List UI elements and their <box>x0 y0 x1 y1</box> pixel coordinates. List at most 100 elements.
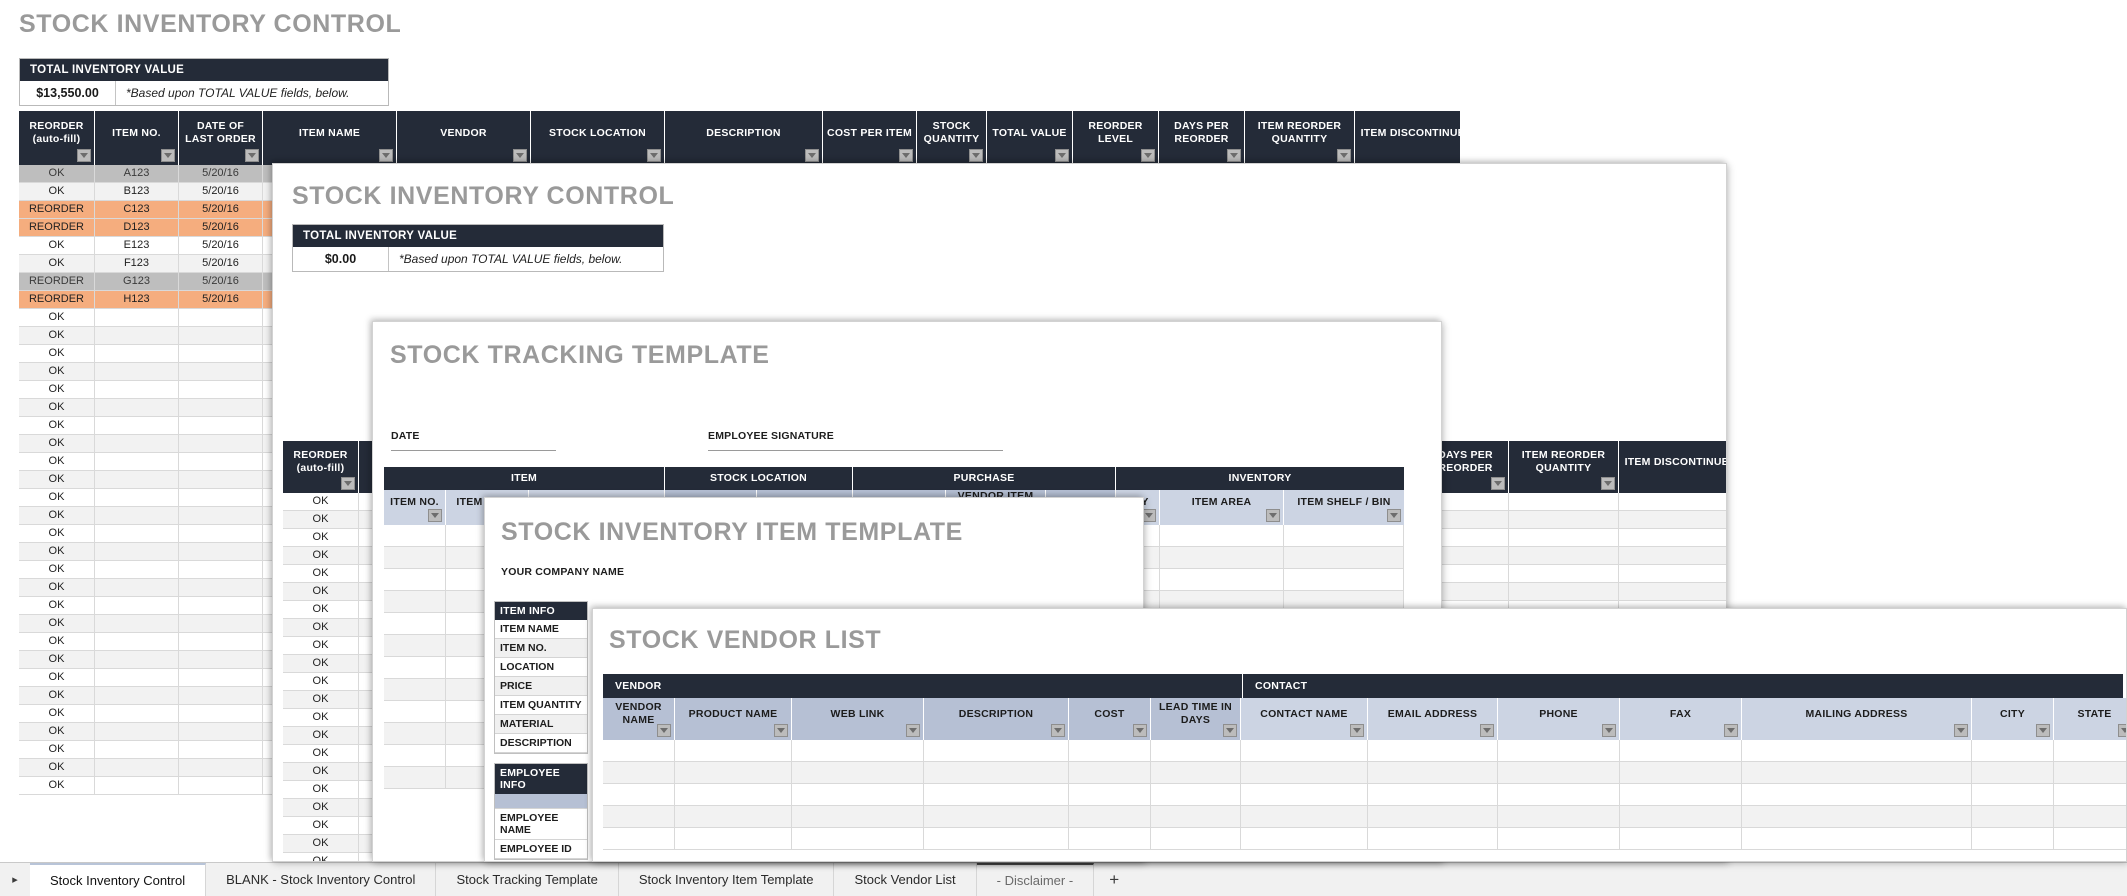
table-cell[interactable] <box>384 657 446 679</box>
table-cell[interactable] <box>384 591 446 613</box>
item-info-row-material[interactable]: MATERIAL <box>495 715 587 734</box>
table-cell[interactable]: OK <box>283 745 359 763</box>
item-info-row-item-no[interactable]: ITEM NO. <box>495 639 587 658</box>
table-cell[interactable] <box>179 507 263 525</box>
item-info-row-item-quantity[interactable]: ITEM QUANTITY <box>495 696 587 715</box>
filter-dropdown-icon[interactable] <box>2118 724 2126 737</box>
table-cell[interactable] <box>924 806 1069 828</box>
table-cell[interactable] <box>2054 762 2126 784</box>
table-cell[interactable]: OK <box>283 583 359 601</box>
table-cell[interactable] <box>1241 740 1368 762</box>
table-cell[interactable] <box>384 569 446 591</box>
filter-dropdown-icon[interactable] <box>1350 724 1364 737</box>
table-body-vendor-list[interactable] <box>603 740 2126 850</box>
table-cell[interactable] <box>1284 525 1404 547</box>
table-cell[interactable]: OK <box>19 327 95 345</box>
table-cell[interactable] <box>2054 828 2126 850</box>
table-cell[interactable]: OK <box>283 601 359 619</box>
table-row[interactable] <box>603 784 2126 806</box>
filter-dropdown-icon[interactable] <box>428 509 442 522</box>
filter-dropdown-icon[interactable] <box>1133 724 1147 737</box>
item-info-row-price[interactable]: PRICE <box>495 677 587 696</box>
table-row[interactable] <box>603 828 2126 850</box>
table-cell[interactable] <box>924 828 1069 850</box>
employee-info-row-employee-name[interactable]: EMPLOYEE NAME <box>495 809 587 840</box>
table-cell[interactable]: F123 <box>95 255 179 273</box>
tab-scroll-right-icon[interactable]: ▸ <box>0 863 30 896</box>
table-cell[interactable] <box>1972 784 2054 806</box>
table-cell[interactable]: REORDER <box>19 291 95 309</box>
table-cell[interactable]: OK <box>19 309 95 327</box>
table-cell[interactable]: REORDER <box>19 201 95 219</box>
table-cell[interactable] <box>95 579 179 597</box>
sheet-tab-stock-vendor-list[interactable]: Stock Vendor List <box>834 863 977 896</box>
table-cell[interactable] <box>95 687 179 705</box>
table-cell[interactable]: OK <box>19 525 95 543</box>
filter-dropdown-icon[interactable] <box>341 477 355 490</box>
table-cell[interactable] <box>95 669 179 687</box>
table-cell[interactable]: 5/20/16 <box>179 273 263 291</box>
table-cell[interactable] <box>95 327 179 345</box>
table-cell[interactable] <box>2054 740 2126 762</box>
table-cell[interactable] <box>792 740 924 762</box>
table-cell[interactable] <box>95 399 179 417</box>
filter-dropdown-icon[interactable] <box>1223 724 1237 737</box>
filter-dropdown-icon[interactable] <box>1602 724 1616 737</box>
table-cell[interactable] <box>95 489 179 507</box>
sheet-tab-stock-inventory-control[interactable]: Stock Inventory Control <box>30 863 207 896</box>
table-cell[interactable]: OK <box>283 673 359 691</box>
table-cell[interactable]: OK <box>283 709 359 727</box>
table-cell[interactable] <box>1160 525 1284 547</box>
table-cell[interactable] <box>1620 784 1742 806</box>
filter-dropdown-icon[interactable] <box>1387 509 1401 522</box>
table-cell[interactable] <box>792 784 924 806</box>
table-cell[interactable]: OK <box>283 529 359 547</box>
table-cell[interactable] <box>179 687 263 705</box>
table-cell[interactable] <box>95 633 179 651</box>
table-cell[interactable] <box>95 615 179 633</box>
table-cell[interactable] <box>179 741 263 759</box>
table-cell[interactable]: A123 <box>95 165 179 183</box>
table-cell[interactable] <box>1498 762 1620 784</box>
item-info-row-location[interactable]: LOCATION <box>495 658 587 677</box>
table-cell[interactable]: 5/20/16 <box>179 165 263 183</box>
table-cell[interactable] <box>95 759 179 777</box>
table-cell[interactable]: 5/20/16 <box>179 201 263 219</box>
table-cell[interactable] <box>384 635 446 657</box>
table-cell[interactable]: 5/20/16 <box>179 219 263 237</box>
table-cell[interactable] <box>179 597 263 615</box>
table-cell[interactable] <box>179 579 263 597</box>
table-cell[interactable] <box>1284 547 1404 569</box>
table-cell[interactable]: REORDER <box>19 219 95 237</box>
table-cell[interactable]: H123 <box>95 291 179 309</box>
table-cell[interactable] <box>179 489 263 507</box>
table-cell[interactable] <box>95 741 179 759</box>
table-cell[interactable] <box>95 471 179 489</box>
table-cell[interactable] <box>1972 762 2054 784</box>
table-cell[interactable] <box>179 363 263 381</box>
table-cell[interactable]: OK <box>283 853 359 861</box>
table-cell[interactable] <box>1619 565 1726 583</box>
filter-dropdown-icon[interactable] <box>774 724 788 737</box>
table-cell[interactable]: OK <box>19 237 95 255</box>
table-cell[interactable] <box>792 828 924 850</box>
table-cell[interactable]: C123 <box>95 201 179 219</box>
table-cell[interactable] <box>1509 565 1619 583</box>
table-cell[interactable] <box>1368 762 1498 784</box>
table-cell[interactable] <box>95 417 179 435</box>
filter-dropdown-icon[interactable] <box>1337 149 1351 162</box>
table-cell[interactable] <box>924 740 1069 762</box>
table-cell[interactable] <box>792 762 924 784</box>
table-cell[interactable]: OK <box>283 619 359 637</box>
employee-info-row-employee-id[interactable]: EMPLOYEE ID <box>495 840 587 859</box>
table-cell[interactable]: G123 <box>95 273 179 291</box>
table-cell[interactable] <box>179 543 263 561</box>
window-stock-vendor-list[interactable]: STOCK VENDOR LIST VENDOR CONTACT VENDOR N… <box>592 608 2127 862</box>
table-cell[interactable] <box>384 723 446 745</box>
filter-dropdown-icon[interactable] <box>1055 149 1069 162</box>
table-cell[interactable] <box>1620 806 1742 828</box>
filter-dropdown-icon[interactable] <box>1601 477 1615 490</box>
table-cell[interactable]: OK <box>283 817 359 835</box>
table-cell[interactable] <box>1619 583 1726 601</box>
table-cell[interactable]: OK <box>19 345 95 363</box>
